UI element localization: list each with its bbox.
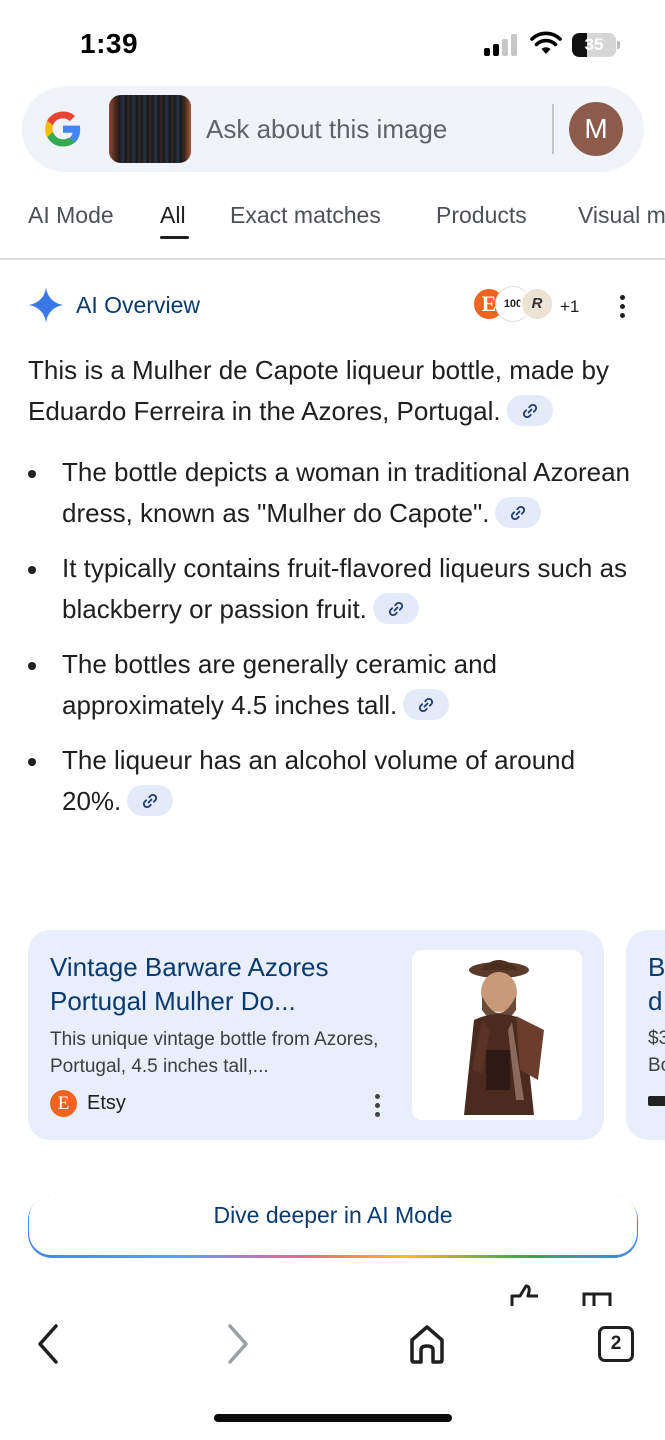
tab-products[interactable]: Products: [436, 202, 527, 229]
source-card-snippet: This unique vintage bottle from Azores, …: [50, 1029, 379, 1077]
link-icon: [388, 601, 403, 616]
query-image-thumbnail[interactable]: [109, 95, 191, 163]
home-indicator[interactable]: [214, 1414, 452, 1422]
more-options-icon[interactable]: [616, 293, 628, 321]
more-sources-count: +1: [560, 297, 580, 316]
battery-icon: 35: [572, 33, 620, 57]
home-icon[interactable]: [406, 1322, 448, 1366]
site-source-icon: R: [520, 287, 554, 321]
list-item: The liqueur has an alcohol volume of aro…: [28, 740, 638, 822]
back-arrow-icon[interactable]: [30, 1322, 70, 1366]
tab-exact-matches[interactable]: Exact matches: [230, 202, 381, 229]
ai-overview-header: AI Overview E 100 R +1: [28, 285, 638, 329]
ai-overview-title: AI Overview: [76, 292, 200, 318]
citation-link-button[interactable]: [403, 688, 450, 720]
link-icon: [511, 505, 526, 520]
overview-intro: This is a Mulher de Capote liqueur bottl…: [28, 355, 609, 426]
wifi-icon: [530, 31, 562, 54]
dive-deeper-label: Dive deeper in AI Mode: [213, 1202, 453, 1228]
search-bar[interactable]: M: [22, 86, 644, 172]
link-icon: [522, 403, 537, 418]
etsy-logo-icon: E: [50, 1090, 77, 1117]
search-divider: [552, 104, 554, 154]
dive-deeper-button[interactable]: Dive deeper in AI Mode: [28, 1196, 638, 1258]
tab-ai-mode[interactable]: AI Mode: [28, 202, 114, 229]
citation-link-button[interactable]: [495, 496, 542, 528]
tab-visual-matches[interactable]: Visual m: [578, 202, 665, 229]
source-badges[interactable]: E 100 R +1: [472, 287, 579, 323]
cellular-signal-icon: [484, 34, 520, 56]
list-item: It typically contains fruit-flavored liq…: [28, 548, 638, 630]
status-bar: 1:39 35: [0, 0, 665, 80]
card-more-options-icon[interactable]: [374, 1094, 382, 1118]
product-image[interactable]: [412, 950, 582, 1120]
gemini-sparkle-icon: [28, 287, 64, 323]
bottle-figure-image: [464, 960, 544, 1115]
list-item: The bottles are generally ceramic and ap…: [28, 644, 638, 726]
copy-icon[interactable]: [580, 1290, 614, 1306]
citation-link-button[interactable]: [372, 592, 419, 624]
site-logo-icon: [648, 1096, 665, 1106]
search-tabs: AI Mode All Exact matches Products Visua…: [0, 180, 665, 260]
ai-overview-body: This is a Mulher de Capote liqueur bottl…: [28, 350, 638, 836]
active-tab-indicator: [160, 236, 189, 239]
source-card-site-name: Etsy: [87, 1092, 126, 1114]
source-card-title[interactable]: Vintage Barware Azores Portugal Mulher D…: [50, 950, 400, 1018]
thumbs-up-icon[interactable]: [508, 1284, 544, 1306]
search-input[interactable]: [206, 111, 546, 147]
battery-level: 35: [584, 35, 604, 54]
overview-bullets: The bottle depicts a woman in traditiona…: [28, 452, 638, 822]
next-source-card[interactable]: B d $3 Bo: [626, 930, 665, 1140]
citation-link-button[interactable]: [506, 394, 553, 426]
google-logo-icon[interactable]: [42, 108, 84, 150]
link-icon: [419, 697, 434, 712]
tab-all[interactable]: All: [160, 202, 186, 229]
citation-link-button[interactable]: [127, 784, 174, 816]
status-time: 1:39: [80, 28, 139, 59]
source-card[interactable]: Vintage Barware Azores Portugal Mulher D…: [28, 930, 604, 1140]
tab-switcher-button[interactable]: 2: [598, 1326, 634, 1362]
list-item: The bottle depicts a woman in traditiona…: [28, 452, 638, 534]
link-icon: [143, 793, 158, 808]
account-avatar[interactable]: M: [569, 102, 623, 156]
forward-arrow-icon[interactable]: [218, 1322, 258, 1366]
